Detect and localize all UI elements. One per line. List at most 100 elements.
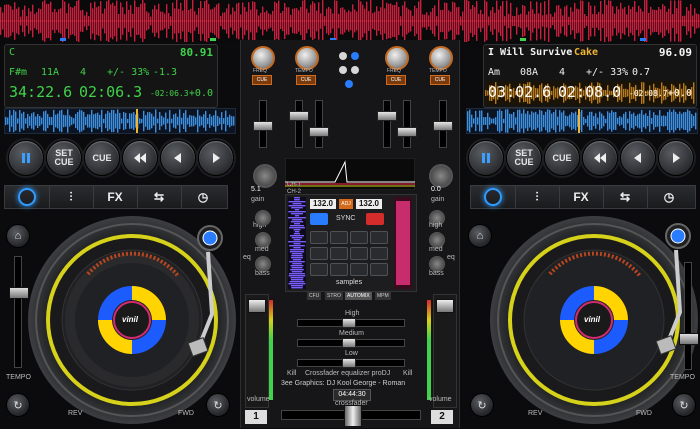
left-gain-knob[interactable] (253, 164, 277, 188)
right-gain-knob[interactable] (429, 164, 453, 188)
left-tab-clock[interactable]: ◷ (181, 186, 225, 208)
sample-pad-6[interactable] (330, 247, 348, 260)
right-prev-button[interactable] (620, 140, 656, 176)
waveform-bar (147, 112, 149, 130)
left-tonearm[interactable] (182, 224, 228, 364)
right-fx-button[interactable]: ↻ (470, 393, 494, 417)
left-tempo-knob[interactable] (295, 46, 319, 70)
right-volume-handle[interactable] (436, 299, 454, 313)
medium-eq-slider[interactable] (297, 338, 405, 348)
left-tab-fx[interactable]: FX (93, 186, 138, 208)
right-volume-fader[interactable] (433, 294, 457, 408)
right-tab-mixer[interactable]: ⫶ (515, 186, 560, 208)
right-tab-loop[interactable]: ⇆ (603, 186, 648, 208)
mini-tab-stro[interactable]: STRO (325, 292, 343, 300)
sample-pad-2[interactable] (330, 231, 348, 244)
left-volume-handle[interactable] (248, 299, 266, 313)
sample-pad-7[interactable] (350, 247, 368, 260)
right-tempo-knob[interactable] (429, 46, 453, 70)
sample-pad-10[interactable] (330, 263, 348, 276)
mini-dot-4[interactable] (351, 66, 359, 74)
overview-waveform[interactable] (0, 0, 700, 42)
right-filter2-fader[interactable] (397, 100, 417, 148)
right-sync-button[interactable]: ↻ (672, 393, 696, 417)
low-eq-handle[interactable] (342, 358, 356, 368)
mini-dot-2[interactable] (351, 52, 359, 60)
left-play-button[interactable] (198, 140, 234, 176)
sample-pad-5[interactable] (310, 247, 328, 260)
left-set-cue-button[interactable]: SET CUE (46, 140, 82, 176)
right-tab-clock[interactable]: ◷ (647, 186, 691, 208)
left-bpm: 80.91 (179, 46, 213, 59)
left-pitch-fader[interactable] (253, 100, 273, 148)
sample-pad-1[interactable] (310, 231, 328, 244)
right-tab-vinyl[interactable] (471, 186, 516, 208)
left-track-waveform[interactable] (4, 108, 236, 134)
sample-pad-4[interactable] (370, 231, 388, 244)
left-headphone-button[interactable]: ⌂ (6, 224, 30, 248)
left-tab-mixer[interactable]: ⫶ (49, 186, 94, 208)
left-filter2-fader-handle[interactable] (309, 127, 329, 137)
left-volume-fader[interactable] (245, 294, 269, 408)
right-tempo-handle[interactable] (679, 333, 699, 345)
right-cue2-small-button[interactable]: CUE (430, 75, 450, 85)
sample-pad-11[interactable] (350, 263, 368, 276)
left-tab-loop[interactable]: ⇆ (137, 186, 182, 208)
right-filter-fader[interactable] (377, 100, 397, 148)
low-eq-slider[interactable] (297, 358, 405, 368)
right-pause-button[interactable] (468, 140, 504, 176)
crossfader[interactable] (281, 405, 421, 427)
medium-eq-handle[interactable] (342, 338, 356, 348)
waveform-bar (85, 116, 87, 126)
right-pitch-fader-handle[interactable] (433, 121, 453, 131)
left-filter-fader-handle[interactable] (289, 111, 309, 121)
left-eq-high-knob[interactable] (255, 210, 271, 226)
right-cue-small-button[interactable]: CUE (386, 75, 406, 85)
right-freq-knob[interactable] (385, 46, 409, 70)
mini-dot-5[interactable] (345, 80, 353, 88)
right-headphone-button[interactable]: ⌂ (468, 224, 492, 248)
right-track-waveform[interactable] (466, 108, 698, 134)
left-rewind-button[interactable] (122, 140, 158, 176)
right-set-cue-button[interactable]: SET CUE (506, 140, 542, 176)
left-filter-fader[interactable] (289, 100, 309, 148)
crossfader-handle[interactable] (344, 405, 362, 427)
high-eq-slider[interactable] (297, 318, 405, 328)
deck-1-button[interactable]: 1 (245, 410, 267, 424)
right-pitch-fader[interactable] (433, 100, 453, 148)
left-freq-knob[interactable] (251, 46, 275, 70)
sample-pad-3[interactable] (350, 231, 368, 244)
left-sync-button[interactable]: ↻ (6, 393, 30, 417)
left-prev-button[interactable] (160, 140, 196, 176)
left-tempo-handle[interactable] (9, 287, 29, 299)
right-rewind-button[interactable] (582, 140, 618, 176)
mini-tab-cfu[interactable]: CFU (307, 292, 322, 300)
left-sync-toggle[interactable] (310, 213, 328, 225)
mini-tab-automix[interactable]: AUTOMIX (345, 292, 372, 300)
left-pause-button[interactable] (8, 140, 44, 176)
sample-pad-8[interactable] (370, 247, 388, 260)
adj-label[interactable]: ADJ (339, 199, 353, 209)
high-eq-handle[interactable] (342, 318, 356, 328)
mini-dot-3[interactable] (339, 66, 347, 74)
left-pitch-fader-handle[interactable] (253, 121, 273, 131)
right-cue-button[interactable]: CUE (544, 140, 580, 176)
left-cue-button[interactable]: CUE (84, 140, 120, 176)
right-tempo-slider[interactable] (679, 262, 699, 370)
left-tab-vinyl[interactable] (5, 186, 50, 208)
sample-pad-9[interactable] (310, 263, 328, 276)
right-filter-fader-handle[interactable] (377, 111, 397, 121)
left-cue-small-button[interactable]: CUE (252, 75, 272, 85)
left-tempo-slider[interactable] (9, 256, 29, 368)
right-tab-fx[interactable]: FX (559, 186, 604, 208)
right-filter2-fader-handle[interactable] (397, 127, 417, 137)
right-sync-toggle[interactable] (366, 213, 384, 225)
sample-pad-12[interactable] (370, 263, 388, 276)
left-fx-button[interactable]: ↻ (206, 393, 230, 417)
left-filter2-fader[interactable] (309, 100, 329, 148)
deck-2-button[interactable]: 2 (431, 410, 453, 424)
mini-dot-1[interactable] (339, 52, 347, 60)
right-play-button[interactable] (658, 140, 694, 176)
left-cue2-small-button[interactable]: CUE (296, 75, 316, 85)
mini-tab-mpm[interactable]: MPM (375, 292, 391, 300)
